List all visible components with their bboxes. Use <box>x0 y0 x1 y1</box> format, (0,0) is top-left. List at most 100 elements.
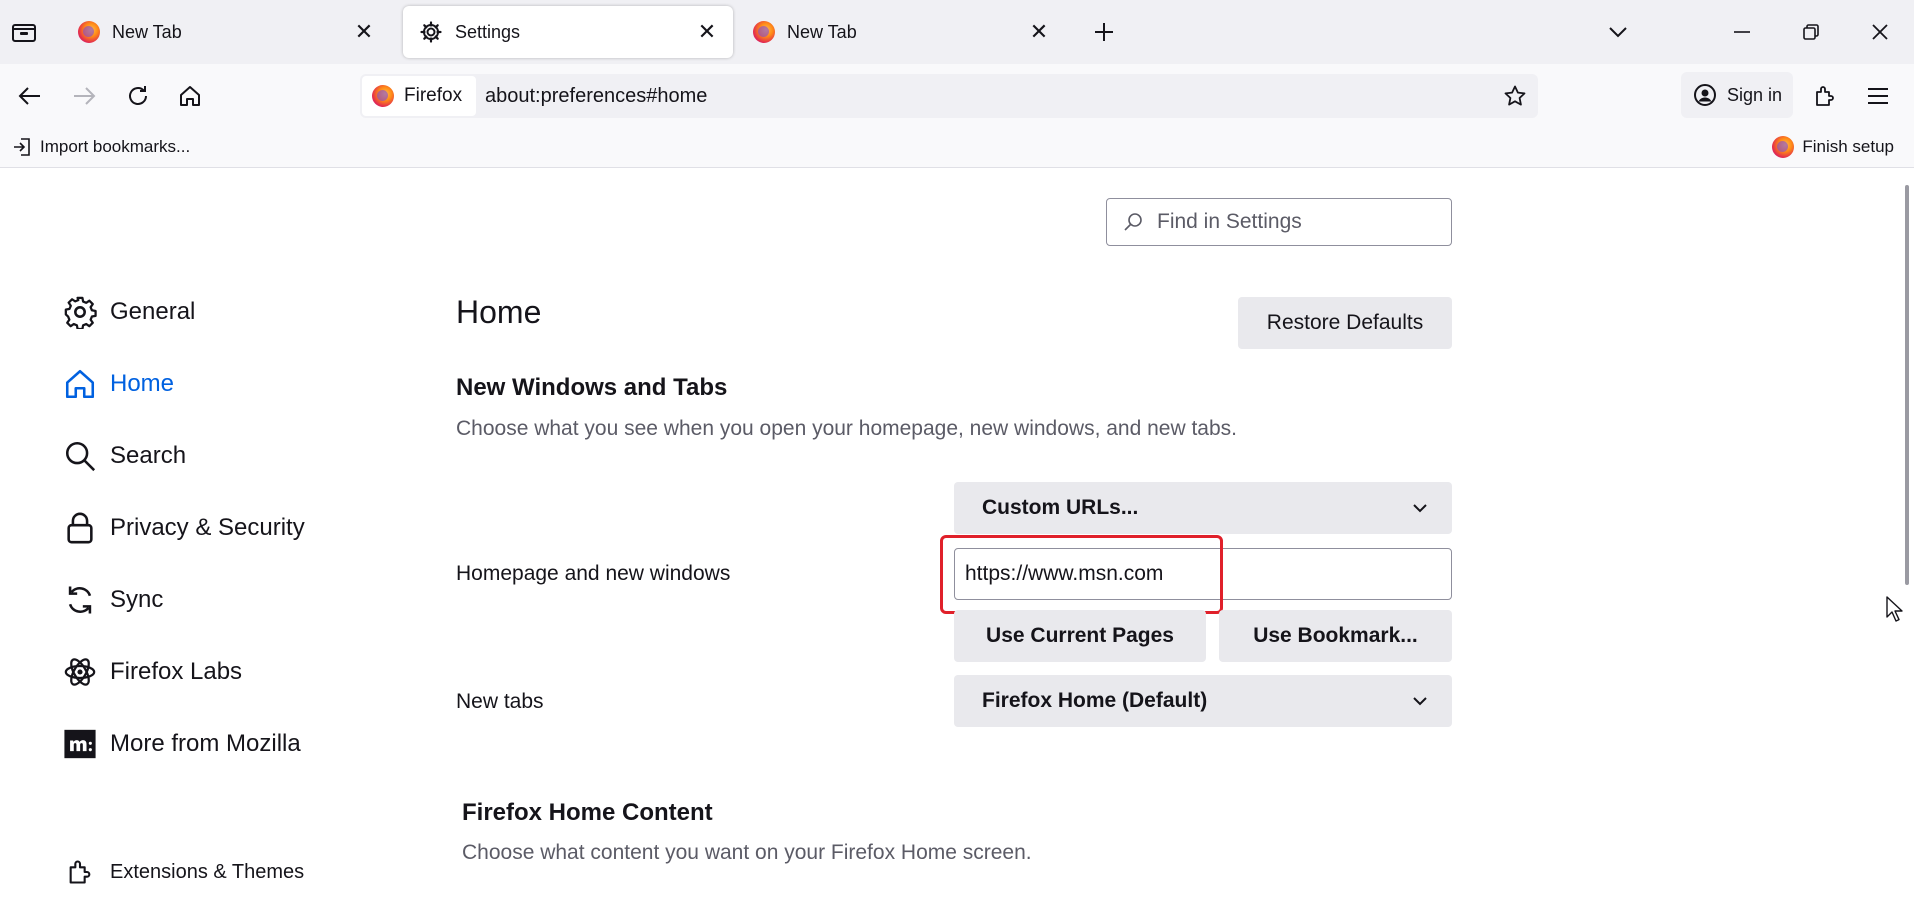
close-tab-icon[interactable]: ✕ <box>1023 16 1055 48</box>
section-title-home-content: Firefox Home Content <box>462 799 713 826</box>
sidebar-item-label: Extensions & Themes <box>110 860 305 883</box>
search-icon <box>1124 213 1142 231</box>
page-title: Home <box>456 294 542 330</box>
identity-box[interactable]: Firefox <box>362 76 476 116</box>
section-description: Choose what content you want on your Fir… <box>462 841 1032 864</box>
home-icon <box>180 86 200 106</box>
firefox-logo-icon <box>753 21 775 43</box>
sidebar-item-label: General <box>110 298 196 325</box>
finish-setup-button[interactable]: Finish setup <box>1772 128 1894 166</box>
homepage-mode-value: Custom URLs... <box>982 496 1139 519</box>
restore-window-icon <box>1803 24 1819 40</box>
tab-label: New Tab <box>787 21 857 42</box>
restore-defaults-button[interactable]: Restore Defaults <box>1238 297 1452 349</box>
mozilla-m-icon <box>62 726 98 762</box>
find-placeholder: Find in Settings <box>1157 210 1302 233</box>
new-tab-button[interactable] <box>1086 14 1122 50</box>
sign-in-button[interactable]: Sign in <box>1681 72 1793 118</box>
tab-strip: New Tab ✕ Settings ✕ New Tab ✕ <box>0 0 1914 64</box>
annotation-highlight-box <box>940 535 1223 614</box>
page-scrollbar[interactable] <box>1900 168 1914 897</box>
chevron-down-icon <box>1400 696 1440 706</box>
chevron-down-icon <box>1400 503 1440 513</box>
sidebar-item-more-from-mozilla[interactable]: More from Mozilla <box>62 722 301 766</box>
star-icon <box>1504 85 1526 106</box>
sync-icon <box>62 582 98 618</box>
firefox-logo-icon <box>372 85 394 107</box>
sidebar-item-label: Privacy & Security <box>110 514 305 541</box>
reload-icon <box>129 86 147 105</box>
sidebar-item-home[interactable]: Home <box>62 362 174 406</box>
url-bar[interactable]: Firefox about:preferences#home <box>360 74 1538 118</box>
tab-new-tab-1[interactable]: New Tab ✕ <box>62 6 390 58</box>
navigation-toolbar: Firefox about:preferences#home Sign in <box>0 64 1914 128</box>
sidebar-item-label: Home <box>110 370 175 397</box>
account-icon <box>1694 84 1716 106</box>
search-icon <box>62 438 98 474</box>
use-current-pages-button[interactable]: Use Current Pages <box>954 610 1206 662</box>
close-icon <box>1872 24 1888 40</box>
finish-setup-label: Finish setup <box>1802 137 1894 156</box>
close-window-button[interactable] <box>1862 14 1898 50</box>
new-tabs-dropdown[interactable]: Firefox Home (Default) <box>954 675 1452 727</box>
bookmarks-toolbar: Import bookmarks... Finish setup <box>0 128 1914 168</box>
firefox-view-icon <box>12 24 36 42</box>
close-tab-icon[interactable]: ✕ <box>348 16 380 48</box>
atom-icon <box>62 654 98 690</box>
sidebar-item-label: Search <box>110 442 187 469</box>
sidebar-item-general[interactable]: General <box>62 290 195 334</box>
sidebar-item-search[interactable]: Search <box>62 434 186 478</box>
forward-button[interactable] <box>66 78 102 114</box>
tab-new-tab-2[interactable]: New Tab ✕ <box>737 6 1065 58</box>
url-text[interactable]: about:preferences#home <box>485 74 707 118</box>
sidebar-item-label: More from Mozilla <box>110 730 301 757</box>
app-menu-button[interactable] <box>1860 78 1896 114</box>
minimize-icon <box>1734 31 1750 33</box>
reload-button[interactable] <box>120 78 156 114</box>
sidebar-item-privacy-security[interactable]: Privacy & Security <box>62 506 305 550</box>
sidebar-item-label: Firefox Labs <box>110 658 243 685</box>
import-bookmarks-button[interactable]: Import bookmarks... <box>12 128 190 166</box>
chevron-down-icon <box>1609 27 1627 38</box>
puzzle-icon <box>62 854 98 890</box>
sign-in-label: Sign in <box>1727 84 1783 105</box>
tab-label: Settings <box>455 21 521 42</box>
import-bookmarks-label: Import bookmarks... <box>40 137 191 156</box>
arrow-right-icon <box>74 87 96 105</box>
import-icon <box>14 138 30 156</box>
scrollbar-thumb[interactable] <box>1905 185 1909 585</box>
restore-window-button[interactable] <box>1793 14 1829 50</box>
homepage-label: Homepage and new windows <box>456 562 731 585</box>
section-title-new-windows-tabs: New Windows and Tabs <box>456 374 728 401</box>
close-tab-icon[interactable]: ✕ <box>691 16 723 48</box>
sidebar-item-extensions-themes[interactable]: Extensions & Themes <box>62 850 304 894</box>
back-button[interactable] <box>12 78 48 114</box>
home-button[interactable] <box>172 78 208 114</box>
new-tabs-value: Firefox Home (Default) <box>982 689 1208 712</box>
bookmark-star-button[interactable] <box>1497 78 1533 114</box>
identity-label: Firefox <box>404 85 463 106</box>
hamburger-menu-icon <box>1868 88 1888 104</box>
sidebar-item-firefox-labs[interactable]: Firefox Labs <box>62 650 242 694</box>
sidebar-item-label: Sync <box>110 586 164 613</box>
home-icon <box>62 366 98 402</box>
list-all-tabs-button[interactable] <box>1600 14 1636 50</box>
puzzle-icon <box>1816 86 1834 106</box>
use-bookmark-button[interactable]: Use Bookmark... <box>1219 610 1452 662</box>
lock-icon <box>62 510 98 546</box>
plus-icon <box>1095 23 1113 41</box>
minimize-button[interactable] <box>1724 14 1760 50</box>
homepage-mode-dropdown[interactable]: Custom URLs... <box>954 482 1452 534</box>
find-in-settings-input[interactable]: Find in Settings <box>1106 198 1452 246</box>
firefox-logo-icon <box>78 21 100 43</box>
gear-icon <box>62 294 98 330</box>
tab-settings[interactable]: Settings ✕ <box>403 6 733 58</box>
settings-page: Find in Settings General Home Search Pri… <box>0 168 1914 897</box>
sidebar-item-sync[interactable]: Sync <box>62 578 163 622</box>
mouse-cursor-icon <box>1886 596 1903 622</box>
extensions-button[interactable] <box>1807 78 1843 114</box>
new-tabs-label: New tabs <box>456 690 544 713</box>
firefox-view-button[interactable] <box>6 14 42 50</box>
arrow-left-icon <box>18 87 40 105</box>
gear-icon <box>420 21 442 43</box>
